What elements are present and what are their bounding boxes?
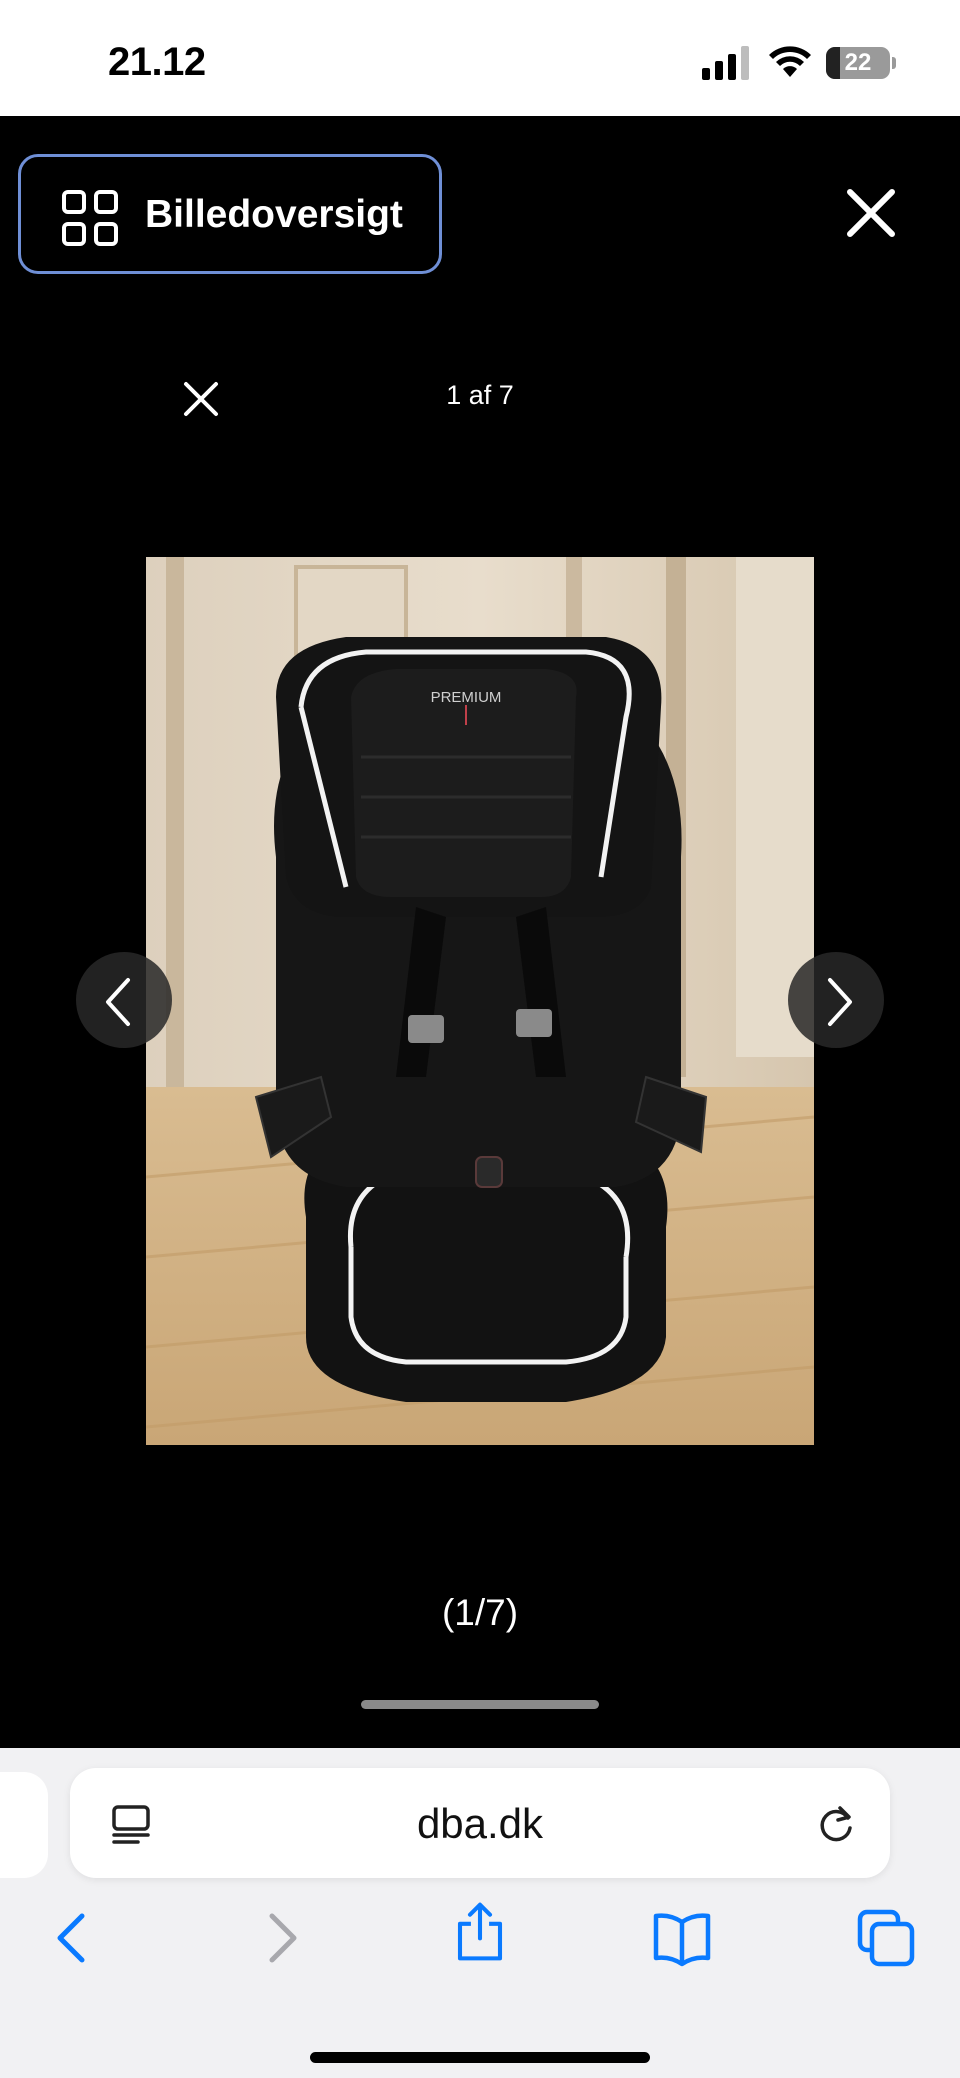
image-overview-label: Billedoversigt — [145, 193, 403, 236]
browser-chrome: dba.dk — [0, 1748, 960, 2078]
address-bar[interactable]: dba.dk — [70, 1768, 890, 1878]
back-icon[interactable] — [44, 1908, 104, 1968]
premium-logo: PREMIUM — [431, 689, 502, 706]
grid-icon — [62, 190, 118, 246]
cellular-signal-icon — [702, 46, 749, 80]
bookmarks-icon[interactable] — [652, 1908, 712, 1968]
gallery-drag-handle[interactable] — [361, 1700, 599, 1709]
close-icon[interactable] — [180, 378, 222, 420]
chevron-right-icon[interactable] — [818, 976, 866, 1028]
chevron-left-icon[interactable] — [96, 976, 144, 1028]
share-icon[interactable] — [450, 1902, 510, 1962]
tabs-icon[interactable] — [856, 1908, 916, 1968]
reader-icon[interactable] — [110, 1804, 152, 1844]
battery-level: 22 — [844, 49, 872, 76]
previous-tab-peek[interactable] — [0, 1772, 48, 1878]
battery-body: 22 — [826, 47, 890, 79]
listing-photo[interactable]: PREMIUM — [146, 557, 814, 1445]
battery-indicator: 22 — [826, 47, 896, 79]
close-gallery-icon[interactable] — [842, 184, 900, 242]
reload-icon[interactable] — [816, 1804, 856, 1844]
status-bar: 21.12 22 — [0, 0, 960, 116]
wifi-icon — [769, 46, 811, 77]
image-counter-bottom: (1/7) — [441, 1592, 519, 1633]
home-indicator — [310, 2052, 650, 2063]
url-text[interactable]: dba.dk — [230, 1800, 730, 1848]
status-time: 21.12 — [108, 40, 206, 84]
car-seat-photo: PREMIUM — [146, 557, 814, 1445]
battery-tip — [892, 57, 896, 69]
image-overview-button[interactable]: Billedoversigt — [18, 154, 442, 274]
image-counter-top: 1 af 7 — [446, 380, 514, 410]
forward-icon[interactable] — [250, 1908, 310, 1968]
